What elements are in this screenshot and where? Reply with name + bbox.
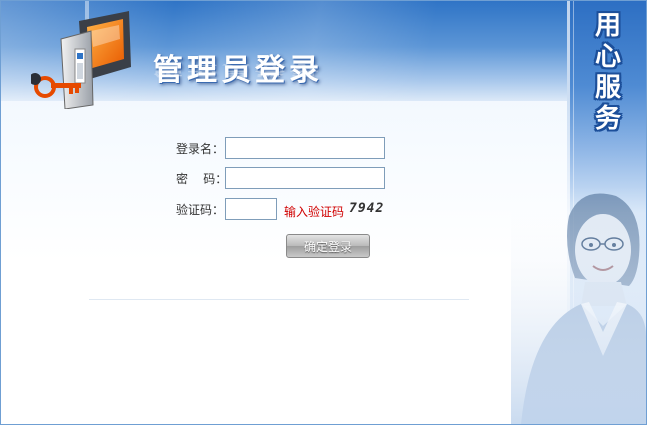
divider bbox=[89, 299, 469, 300]
password-input[interactable] bbox=[225, 167, 385, 189]
side-slogan: 用 心 服 务 bbox=[581, 11, 635, 135]
slogan-char: 服 bbox=[594, 73, 621, 103]
page-title-reflection: 管理员登录 bbox=[153, 61, 323, 78]
slogan-char: 心 bbox=[594, 42, 621, 72]
captcha-label: 验证码： bbox=[176, 203, 225, 217]
username-label: 登录名： bbox=[176, 142, 225, 156]
captcha-hint: 输入验证码 bbox=[284, 205, 345, 219]
monitor-key-icon bbox=[31, 11, 131, 109]
captcha-image[interactable]: 7942 bbox=[349, 199, 393, 219]
slogan-char: 务 bbox=[594, 104, 621, 134]
service-woman-image bbox=[511, 186, 646, 424]
password-label: 密 码： bbox=[176, 172, 228, 186]
login-button[interactable]: 确定登录 bbox=[286, 234, 370, 258]
username-input[interactable] bbox=[225, 137, 385, 159]
login-page: 管理员登录 管理员登录 用 心 服 务 登录名： 密 码： 验证码： 输入验证码… bbox=[0, 0, 647, 425]
captcha-input[interactable] bbox=[225, 198, 277, 220]
slogan-char: 用 bbox=[594, 11, 621, 41]
